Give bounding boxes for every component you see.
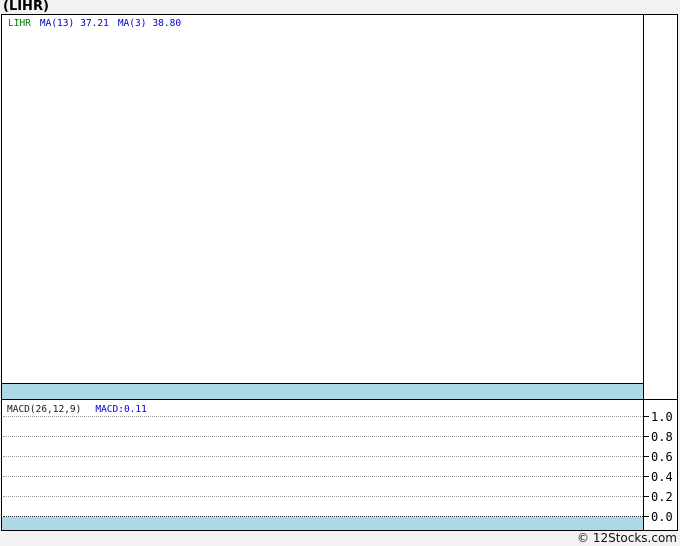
macd-indicator-value: MACD:0.11 xyxy=(95,404,147,415)
copyright-text: © 12Stocks.com xyxy=(577,531,677,545)
ma3-label: MA(3) xyxy=(117,18,147,29)
macd-gridline xyxy=(3,476,643,477)
y-axis-tick-label: 0.6 xyxy=(651,449,673,464)
y-axis-tick-label: 1.0 xyxy=(651,409,673,424)
macd-gridline xyxy=(3,456,643,457)
y-axis-tick: 0.0 xyxy=(643,509,673,524)
y-axis-tick: 0.2 xyxy=(643,489,673,504)
stock-chart-page: { "page": { "title": "(LIHR)" }, "main_c… xyxy=(0,0,680,546)
symbol-label: LIHR xyxy=(8,18,31,29)
tick-mark xyxy=(643,436,649,437)
y-axis-tick-label: 0.4 xyxy=(651,469,673,484)
chart-container: LIHR MA(13) 37.21 MA(3) 38.80 MACD(26,12,9) M… xyxy=(1,14,678,531)
ma13-label: MA(13) xyxy=(39,18,75,29)
ma13-value: 37.21 xyxy=(80,18,109,29)
macd-gridline xyxy=(3,416,643,417)
price-legend: LIHR MA(13) 37.21 MA(3) 38.80 xyxy=(8,18,181,29)
tick-mark xyxy=(643,456,649,457)
tick-mark xyxy=(643,476,649,477)
y-axis-tick-label: 0.0 xyxy=(651,509,673,524)
panel-divider xyxy=(2,399,677,400)
y-axis-tick: 0.4 xyxy=(643,469,673,484)
macd-gridline xyxy=(3,496,643,497)
y-axis-tick: 0.8 xyxy=(643,429,673,444)
y-axis-tick: 1.0 xyxy=(643,409,673,424)
y-axis-tick-label: 0.2 xyxy=(651,489,673,504)
macd-band xyxy=(2,517,643,530)
y-axis-tick-label: 0.8 xyxy=(651,429,673,444)
tick-mark xyxy=(643,416,649,417)
tick-mark xyxy=(643,496,649,497)
y-axis-tick: 0.6 xyxy=(643,449,673,464)
macd-gridline xyxy=(3,436,643,437)
ma3-value: 38.80 xyxy=(152,18,182,29)
macd-indicator-label: MACD(26,12,9) xyxy=(7,404,82,415)
macd-legend: MACD(26,12,9) MACD:0.11 xyxy=(7,404,147,415)
volume-band xyxy=(2,384,643,399)
chart-title: (LIHR) xyxy=(3,0,49,14)
tick-mark xyxy=(643,516,649,517)
